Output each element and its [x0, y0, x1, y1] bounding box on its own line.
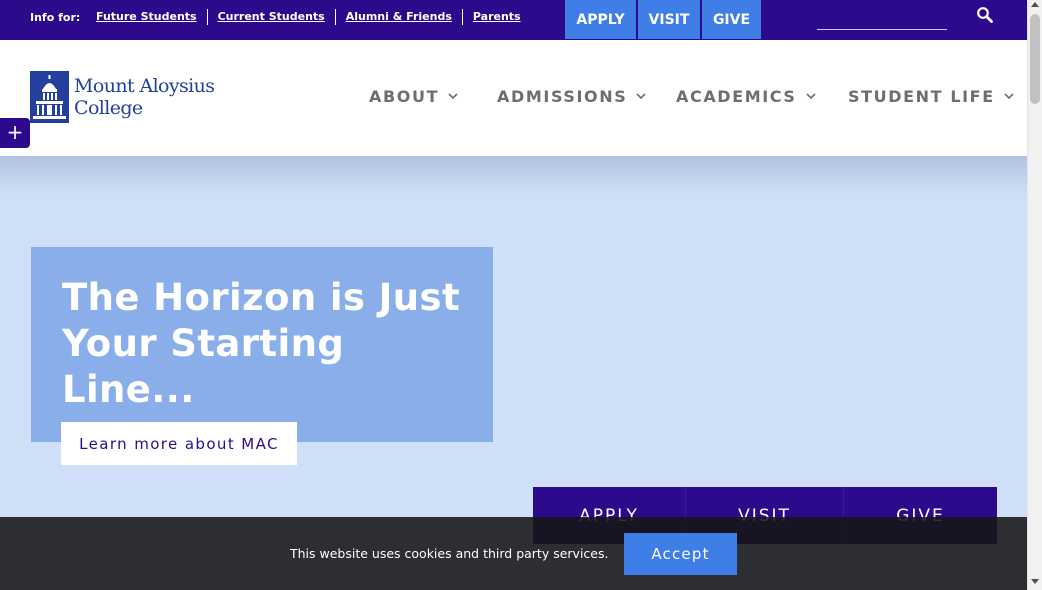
hero-title: The Horizon is Just Your Starting Line..…: [62, 276, 461, 411]
link-parents[interactable]: Parents: [461, 9, 531, 25]
college-dome-logo: [30, 71, 69, 123]
chevron-down-icon: [805, 93, 816, 100]
link-current-students[interactable]: Current Students: [206, 9, 335, 25]
scroll-down-arrow-icon[interactable]: [1031, 579, 1039, 584]
page-scrollbar[interactable]: [1027, 0, 1042, 590]
scroll-up-arrow-icon[interactable]: [1031, 2, 1039, 7]
search-underline: [817, 29, 947, 30]
college-logo[interactable]: Mount Aloysius College: [30, 71, 215, 123]
nav-admissions[interactable]: ADMISSIONS: [497, 87, 646, 106]
top-apply-button[interactable]: APPLY: [565, 0, 636, 39]
college-name-line1: Mount Aloysius: [74, 75, 215, 97]
audience-links: Future Students Current Students Alumni …: [86, 9, 531, 25]
top-visit-button[interactable]: VISIT: [638, 0, 700, 39]
cookie-message: This website uses cookies and third part…: [290, 546, 609, 561]
nav-academics[interactable]: ACADEMICS: [676, 87, 816, 106]
link-alumni-friends[interactable]: Alumni & Friends: [334, 9, 462, 25]
nav-about[interactable]: ABOUT: [369, 87, 458, 106]
chevron-down-icon: [636, 93, 646, 100]
search-icon[interactable]: [976, 6, 994, 24]
link-future-students[interactable]: Future Students: [86, 9, 207, 25]
nav-student-life[interactable]: STUDENT LIFE: [848, 87, 1014, 106]
hero-top-shadow: [0, 156, 1027, 196]
chevron-down-icon: [1004, 93, 1014, 100]
top-give-button[interactable]: GIVE: [702, 0, 761, 39]
college-name-line2: College: [74, 97, 143, 119]
hero-card: The Horizon is Just Your Starting Line..…: [31, 247, 493, 442]
scrollbar-thumb[interactable]: [1030, 14, 1040, 104]
cookie-accept-button[interactable]: Accept: [624, 533, 737, 575]
side-panel-toggle-button[interactable]: +: [0, 118, 30, 148]
utility-bar: Info for: Future Students Current Studen…: [0, 0, 1027, 40]
nav-about-label: ABOUT: [369, 87, 440, 106]
college-name: Mount Aloysius College: [74, 75, 215, 119]
info-for-label: Info for:: [30, 11, 81, 24]
nav-academics-label: ACADEMICS: [676, 87, 797, 106]
nav-student-life-label: STUDENT LIFE: [848, 87, 995, 106]
site-header: Mount Aloysius College ABOUT ADMISSIONS …: [0, 40, 1027, 156]
nav-admissions-label: ADMISSIONS: [497, 87, 628, 106]
chevron-down-icon: [448, 93, 458, 100]
cookie-banner: This website uses cookies and third part…: [0, 517, 1027, 590]
learn-more-button[interactable]: Learn more about MAC: [61, 422, 297, 465]
search-input[interactable]: [817, 8, 947, 28]
